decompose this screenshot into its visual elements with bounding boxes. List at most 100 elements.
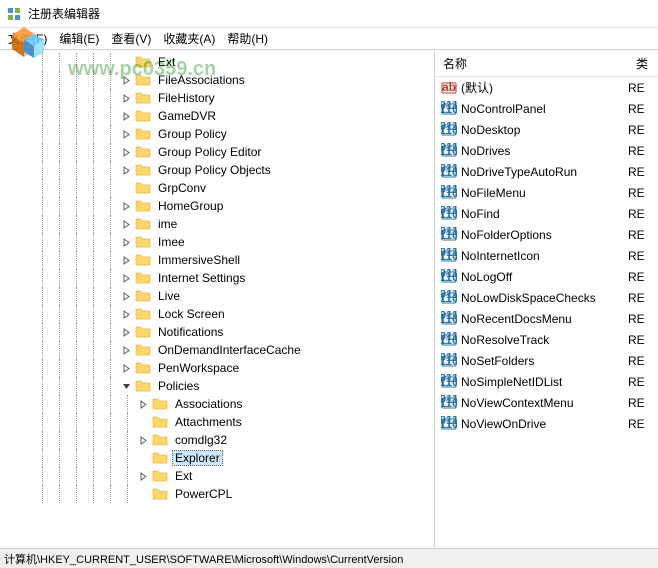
col-name[interactable]: 名称 [435,51,628,76]
tree-item[interactable]: comdlg32 [0,431,434,449]
tree-item[interactable]: HomeGroup [0,197,434,215]
tree-item[interactable]: Group Policy Objects [0,161,434,179]
expander-icon[interactable] [119,217,133,231]
binary-value-icon: 011110 [441,416,457,432]
value-type: RE [628,102,658,116]
list-row[interactable]: 011110NoResolveTrackRE [435,329,658,350]
folder-icon [135,342,151,358]
expander-icon[interactable] [119,361,133,375]
binary-value-icon: 011110 [441,164,457,180]
value-name: NoDriveTypeAutoRun [461,165,628,179]
tree-item[interactable]: Explorer [0,449,434,467]
list-body[interactable]: ab(默认)RE011110NoControlPanelRE011110NoDe… [435,77,658,548]
list-row[interactable]: 011110NoViewOnDriveRE [435,413,658,434]
titlebar: 注册表编辑器 [0,0,658,28]
tree-item[interactable]: FileHistory [0,89,434,107]
svg-text:110: 110 [441,207,457,221]
tree-item[interactable]: Internet Settings [0,269,434,287]
menu-help[interactable]: 帮助(H) [227,30,268,47]
value-name: NoFolderOptions [461,228,628,242]
tree-item[interactable]: Notifications [0,323,434,341]
expander-icon[interactable] [119,73,133,87]
value-type: RE [628,354,658,368]
expander-icon[interactable] [119,307,133,321]
expander-icon[interactable] [119,235,133,249]
tree-item[interactable]: ime [0,215,434,233]
tree-label: GrpConv [155,181,209,195]
folder-icon [135,126,151,142]
expander-icon[interactable] [119,163,133,177]
list-row[interactable]: 011110NoLogOffRE [435,266,658,287]
list-row[interactable]: 011110NoFindRE [435,203,658,224]
list-row[interactable]: 011110NoDrivesRE [435,140,658,161]
list-row[interactable]: 011110NoDriveTypeAutoRunRE [435,161,658,182]
tree-item[interactable]: Attachments [0,413,434,431]
list-row[interactable]: ab(默认)RE [435,77,658,98]
folder-icon [135,54,151,70]
list-row[interactable]: 011110NoViewContextMenuRE [435,392,658,413]
expander-icon[interactable] [119,289,133,303]
expander-icon[interactable] [119,127,133,141]
expander-icon[interactable] [136,397,150,411]
tree-item[interactable]: ImmersiveShell [0,251,434,269]
menu-favorites[interactable]: 收藏夹(A) [163,30,215,47]
binary-value-icon: 011110 [441,101,457,117]
tree-label: Internet Settings [155,271,248,285]
col-type[interactable]: 类 [628,51,658,76]
expander-icon[interactable] [119,199,133,213]
tree-item[interactable]: Ext [0,467,434,485]
expander-icon[interactable] [119,253,133,267]
list-row[interactable]: 011110NoControlPanelRE [435,98,658,119]
expander-icon[interactable] [119,145,133,159]
tree-item[interactable]: Associations [0,395,434,413]
tree-label: Imee [155,235,188,249]
menu-file[interactable]: 文件(F) [8,30,47,47]
expander-icon[interactable] [119,109,133,123]
tree-item[interactable]: Ext [0,53,434,71]
tree-item[interactable]: FileAssociations [0,71,434,89]
list-row[interactable]: 011110NoDesktopRE [435,119,658,140]
expander-icon[interactable] [119,379,133,393]
value-type: RE [628,228,658,242]
list-row[interactable]: 011110NoSimpleNetIDListRE [435,371,658,392]
folder-icon [152,432,168,448]
value-name: NoDrives [461,144,628,158]
svg-text:110: 110 [441,144,457,158]
tree-item[interactable]: Live [0,287,434,305]
tree-item[interactable]: Lock Screen [0,305,434,323]
expander-icon[interactable] [119,325,133,339]
value-type: RE [628,291,658,305]
binary-value-icon: 011110 [441,311,457,327]
tree-item[interactable]: GameDVR [0,107,434,125]
tree-item[interactable]: PenWorkspace [0,359,434,377]
svg-text:110: 110 [441,186,457,200]
tree-label: Lock Screen [155,307,228,321]
tree-item[interactable]: OnDemandInterfaceCache [0,341,434,359]
expander-icon[interactable] [119,91,133,105]
tree-item[interactable]: Imee [0,233,434,251]
tree-item[interactable]: Group Policy [0,125,434,143]
tree-item[interactable]: GrpConv [0,179,434,197]
list-row[interactable]: 011110NoFileMenuRE [435,182,658,203]
list-row[interactable]: 011110NoFolderOptionsRE [435,224,658,245]
list-row[interactable]: 011110NoSetFoldersRE [435,350,658,371]
list-row[interactable]: 011110NoRecentDocsMenuRE [435,308,658,329]
value-type: RE [628,249,658,263]
menu-edit[interactable]: 编辑(E) [59,30,99,47]
tree-item[interactable]: Group Policy Editor [0,143,434,161]
expander-icon[interactable] [119,343,133,357]
folder-icon [135,306,151,322]
svg-text:110: 110 [441,354,457,368]
svg-text:110: 110 [441,375,457,389]
expander-icon[interactable] [136,433,150,447]
list-row[interactable]: 011110NoLowDiskSpaceChecksRE [435,287,658,308]
tree-item[interactable]: Policies [0,377,434,395]
folder-icon [135,144,151,160]
tree-pane[interactable]: ExtFileAssociationsFileHistoryGameDVRGro… [0,51,435,548]
list-row[interactable]: 011110NoInternetIconRE [435,245,658,266]
value-name: NoLowDiskSpaceChecks [461,291,628,305]
tree-item[interactable]: PowerCPL [0,485,434,503]
expander-icon[interactable] [136,469,150,483]
menu-view[interactable]: 查看(V) [111,30,151,47]
expander-icon[interactable] [119,271,133,285]
